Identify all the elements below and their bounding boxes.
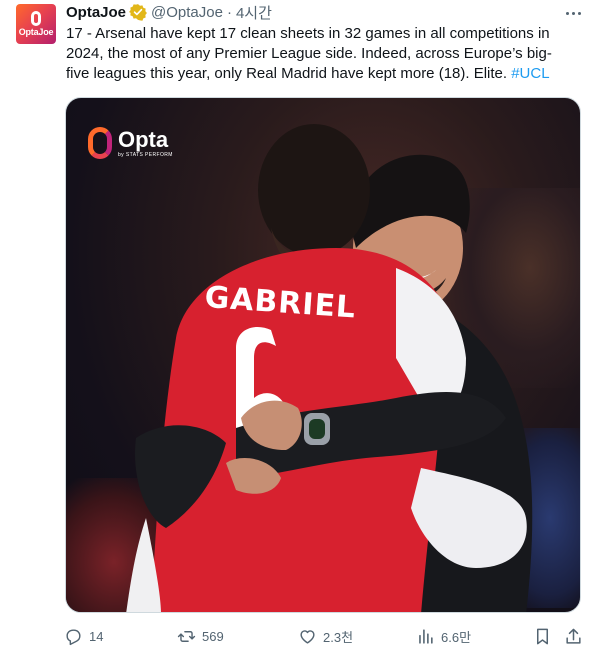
views-button[interactable]: 6.6만 [416,624,471,648]
views-icon [419,628,433,644]
hashtag-link[interactable]: #UCL [511,65,549,82]
tweet-card[interactable]: OptaJoe OptaJoe @OptaJoe · 4시간 17 - Arse… [0,0,598,658]
retweet-count: 569 [202,628,224,644]
tweet-photo[interactable]: Opta by STATS PERFORM GABRIEL 6 [65,97,581,613]
photo-scene [126,124,533,612]
tweet-timestamp[interactable]: 4시간 [236,2,272,23]
verified-badge-icon [129,4,147,21]
opta-mark-icon [31,11,41,26]
retweet-button[interactable]: 569 [177,624,224,648]
like-button[interactable]: 2.3천 [298,624,353,648]
action-bar: 14 569 2.3천 6.6만 [64,624,584,648]
views-count: 6.6만 [441,629,472,645]
tweet-text: 17 - Arsenal have kept 17 clean sheets i… [66,24,572,84]
reply-count: 14 [89,628,104,644]
bookmark-icon [536,628,549,644]
more-icon[interactable] [562,2,584,24]
bookmark-button[interactable] [533,624,552,648]
retweet-icon [177,630,196,642]
opta-logo-sub: by STATS PERFORM [118,151,173,158]
tweet-body: 17 - Arsenal have kept 17 clean sheets i… [66,25,552,82]
like-count: 2.3천 [323,629,354,645]
author-avatar[interactable]: OptaJoe [16,4,56,44]
avatar-wordmark: OptaJoe [18,27,54,37]
author-handle[interactable]: @OptaJoe [151,4,223,21]
tweet-header: OptaJoe @OptaJoe · 4시간 [66,2,272,22]
share-icon [566,628,581,644]
share-button[interactable] [564,624,583,648]
opta-logo-name: Opta [118,126,169,152]
author-name[interactable]: OptaJoe [66,4,126,21]
reply-button[interactable]: 14 [64,624,103,648]
reply-icon [66,628,81,645]
opta-logo-icon [88,127,112,159]
like-icon [300,629,315,644]
opta-logo: Opta by STATS PERFORM [88,126,173,160]
header-separator: · [226,3,232,21]
